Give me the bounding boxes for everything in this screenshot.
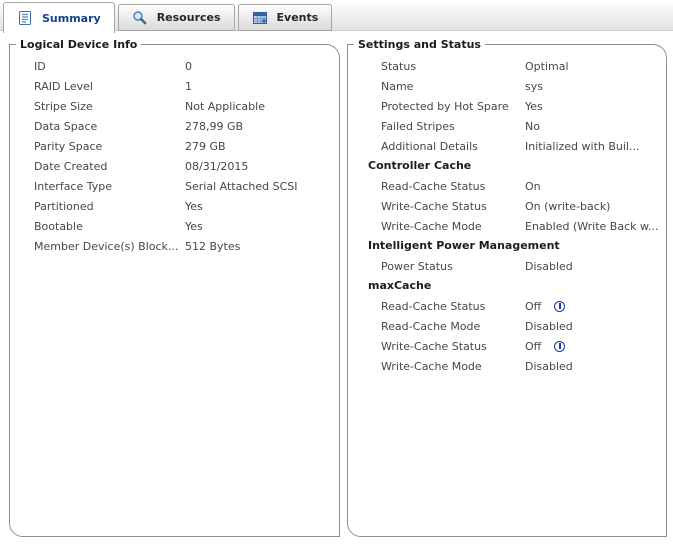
info-label: Read-Cache Status: [381, 180, 525, 193]
app-window: Summary Resources Events Logical Device In…: [0, 0, 673, 555]
info-row: Parity Space279 GB: [10, 136, 339, 156]
info-label: Interface Type: [34, 180, 185, 193]
info-row: Date Created08/31/2015: [10, 156, 339, 176]
info-label: Protected by Hot Spare: [381, 100, 525, 113]
info-value: Yes: [185, 220, 203, 233]
info-value: 0: [185, 60, 192, 73]
tab-label: Summary: [42, 12, 101, 25]
info-row: Write-Cache StatusOn (write-back): [348, 196, 666, 216]
info-label: Partitioned: [34, 200, 185, 213]
info-label: Read-Cache Status: [381, 300, 525, 313]
tab-events[interactable]: Events: [238, 4, 333, 31]
info-row: Data Space278,99 GB: [10, 116, 339, 136]
section-header: Intelligent Power Management: [348, 236, 666, 256]
info-value: Disabled: [525, 320, 573, 333]
tab-label: Events: [277, 11, 319, 24]
logical-device-info-rows: ID0RAID Level1Stripe SizeNot ApplicableD…: [10, 51, 339, 256]
info-value: Enabled (Write Back w...: [525, 220, 658, 233]
info-row: Read-Cache ModeDisabled: [348, 316, 666, 336]
info-label: Member Device(s) Block...: [34, 240, 185, 253]
info-row: Namesys: [348, 76, 666, 96]
info-label: Write-Cache Status: [381, 340, 525, 353]
panel-title: Logical Device Info: [16, 38, 141, 51]
info-value: Yes: [185, 200, 203, 213]
info-value: Yes: [525, 100, 543, 113]
info-row: BootableYes: [10, 216, 339, 236]
info-label: Write-Cache Status: [381, 200, 525, 213]
info-label: Power Status: [381, 260, 525, 273]
info-value: 08/31/2015: [185, 160, 248, 173]
info-value: Initialized with Buil...: [525, 140, 639, 153]
info-value: Disabled: [525, 260, 573, 273]
calendar-icon: [252, 10, 268, 26]
search-icon: [132, 10, 148, 26]
info-value: 1: [185, 80, 192, 93]
info-value: Serial Attached SCSI: [185, 180, 297, 193]
info-value: 278,99 GB: [185, 120, 243, 133]
info-icon[interactable]: [554, 341, 565, 352]
settings-and-status-panel: Settings and Status StatusOptimalNamesys…: [347, 38, 667, 537]
info-label: Parity Space: [34, 140, 185, 153]
info-label: Write-Cache Mode: [381, 360, 525, 373]
tab-summary[interactable]: Summary: [3, 2, 115, 33]
info-row: Member Device(s) Block...512 Bytes: [10, 236, 339, 256]
info-label: Stripe Size: [34, 100, 185, 113]
info-row: Read-Cache StatusOff: [348, 296, 666, 316]
info-value: Off: [525, 300, 541, 313]
info-label: Read-Cache Mode: [381, 320, 525, 333]
info-row: RAID Level1: [10, 76, 339, 96]
info-icon[interactable]: [554, 301, 565, 312]
panel-title: Settings and Status: [354, 38, 485, 51]
info-value: 512 Bytes: [185, 240, 240, 253]
info-label: Data Space: [34, 120, 185, 133]
info-label: Status: [381, 60, 525, 73]
info-value: On (write-back): [525, 200, 610, 213]
info-label: Additional Details: [381, 140, 525, 153]
info-row: Protected by Hot SpareYes: [348, 96, 666, 116]
info-value: 279 GB: [185, 140, 226, 153]
info-value: Not Applicable: [185, 100, 265, 113]
info-row: Stripe SizeNot Applicable: [10, 96, 339, 116]
section-header: Controller Cache: [348, 156, 666, 176]
info-label: Failed Stripes: [381, 120, 525, 133]
info-row: Write-Cache ModeEnabled (Write Back w...: [348, 216, 666, 236]
info-label: RAID Level: [34, 80, 185, 93]
info-row: ID0: [10, 56, 339, 76]
info-value: On: [525, 180, 541, 193]
info-value: No: [525, 120, 540, 133]
info-value: Disabled: [525, 360, 573, 373]
info-value: sys: [525, 80, 543, 93]
info-row: StatusOptimal: [348, 56, 666, 76]
info-value: Off: [525, 340, 541, 353]
info-row: Additional DetailsInitialized with Buil.…: [348, 136, 666, 156]
info-row: PartitionedYes: [10, 196, 339, 216]
info-label: Date Created: [34, 160, 185, 173]
logical-device-info-panel: Logical Device Info ID0RAID Level1Stripe…: [9, 38, 340, 537]
info-row: Power StatusDisabled: [348, 256, 666, 276]
info-value: Optimal: [525, 60, 569, 73]
info-row: Write-Cache ModeDisabled: [348, 356, 666, 376]
info-row: Write-Cache StatusOff: [348, 336, 666, 356]
document-icon: [17, 10, 33, 26]
info-row: Read-Cache StatusOn: [348, 176, 666, 196]
tab-bar: Summary Resources Events: [0, 0, 673, 33]
info-label: Name: [381, 80, 525, 93]
content-area: Logical Device Info ID0RAID Level1Stripe…: [0, 33, 673, 537]
tab-resources[interactable]: Resources: [118, 4, 235, 31]
section-header: maxCache: [348, 276, 666, 296]
info-label: ID: [34, 60, 185, 73]
info-row: Failed StripesNo: [348, 116, 666, 136]
tab-label: Resources: [157, 11, 221, 24]
settings-and-status-rows: StatusOptimalNamesysProtected by Hot Spa…: [348, 51, 666, 376]
info-label: Bootable: [34, 220, 185, 233]
info-label: Write-Cache Mode: [381, 220, 525, 233]
info-row: Interface TypeSerial Attached SCSI: [10, 176, 339, 196]
tab-bar-tabs: Summary Resources Events: [3, 0, 335, 33]
